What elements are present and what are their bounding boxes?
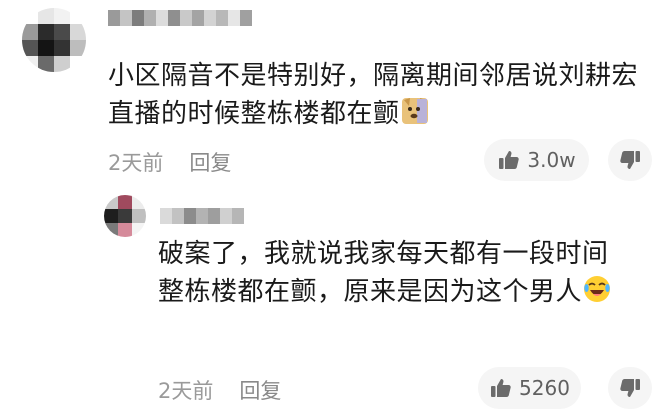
thumbs-up-icon — [491, 379, 511, 397]
comment-timestamp: 2天前 — [158, 379, 214, 403]
like-button[interactable]: 5260 — [478, 367, 581, 409]
doge-emoji-icon — [401, 98, 428, 124]
comment-timestamp: 2天前 — [108, 151, 164, 175]
reply-button[interactable]: 回复 — [189, 147, 231, 177]
dislike-button[interactable] — [608, 139, 652, 181]
comment-thread: 小区隔音不是特别好，隔离期间邻居说刘耕宏直播的时候整栋楼都在颤 2天前 回复 3… — [0, 0, 661, 417]
reply-button[interactable]: 回复 — [239, 375, 281, 405]
comment-text-content: 破案了，我就说我家每天都有一段时间整栋楼都在颤，原来是因为这个男人 — [158, 239, 609, 307]
laughing-emoji-icon — [584, 276, 611, 302]
comment-item: 小区隔音不是特别好，隔离期间邻居说刘耕宏直播的时候整栋楼都在颤 2天前 回复 3… — [0, 0, 661, 190]
like-count: 3.0w — [527, 148, 576, 172]
thumbs-down-icon — [620, 379, 640, 397]
like-button[interactable]: 3.0w — [484, 139, 589, 181]
comment-text-content: 小区隔音不是特别好，隔离期间邻居说刘耕宏直播的时候整栋楼都在颤 — [108, 61, 639, 129]
comment-meta: 2天前 回复 — [108, 147, 231, 177]
blurred-username-icon[interactable] — [160, 208, 244, 224]
comment-meta: 2天前 回复 — [158, 375, 281, 405]
blurred-username-icon[interactable] — [108, 10, 252, 26]
reply-item: 破案了，我就说我家每天都有一段时间整栋楼都在颤，原来是因为这个男人 2天前 回复… — [0, 190, 661, 417]
thumbs-up-icon — [499, 151, 520, 169]
comment-text: 破案了，我就说我家每天都有一段时间整栋楼都在颤，原来是因为这个男人 — [158, 235, 628, 311]
avatar[interactable] — [104, 195, 146, 237]
thumbs-down-icon — [620, 151, 640, 169]
like-count: 5260 — [519, 376, 570, 400]
avatar[interactable] — [22, 8, 86, 72]
dislike-button[interactable] — [608, 367, 652, 409]
comment-text: 小区隔音不是特别好，隔离期间邻居说刘耕宏直播的时候整栋楼都在颤 — [108, 57, 638, 133]
